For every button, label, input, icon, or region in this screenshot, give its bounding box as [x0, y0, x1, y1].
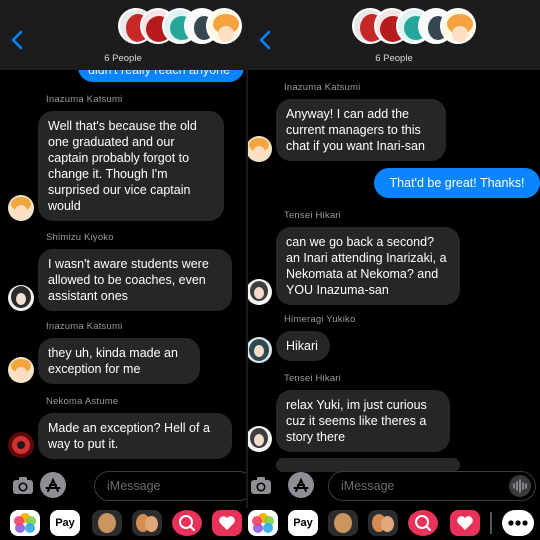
group-avatars[interactable]	[352, 8, 476, 50]
chat-header: 6 People	[0, 0, 246, 70]
audio-waveform-icon[interactable]	[509, 475, 531, 497]
app-drawer-strip: Pay Pay	[0, 508, 540, 540]
chat-header: 6 People	[248, 0, 540, 70]
group-avatar	[206, 8, 242, 44]
ellipsis-icon	[508, 520, 528, 526]
memoji-app-icon[interactable]	[92, 510, 122, 536]
sender-name: Nekoma Astume	[46, 396, 119, 407]
message-input-placeholder: iMessage	[107, 479, 161, 493]
app-store-icon[interactable]	[40, 472, 66, 498]
apple-pay-app-icon[interactable]: Pay	[50, 510, 80, 536]
outgoing-message-bubble[interactable]: That'd be great! Thanks!	[374, 168, 540, 198]
people-count[interactable]: 6 People	[0, 53, 246, 64]
photos-app-icon[interactable]	[248, 510, 278, 536]
message-bubble[interactable]: Well that's because the old one graduate…	[38, 111, 224, 221]
avatar-inazuma[interactable]	[8, 195, 34, 221]
heart-icon	[457, 516, 473, 530]
memoji-app-icon[interactable]	[328, 510, 358, 536]
avatar-inazuma[interactable]	[8, 357, 34, 383]
message-bubble[interactable]: Hikari	[276, 331, 330, 361]
compose-bar: iMessage	[248, 470, 540, 502]
avatar-tensei[interactable]	[248, 279, 272, 305]
sender-name: Tensei Hikari	[284, 373, 341, 384]
app-store-glyph-icon	[293, 477, 309, 492]
sender-name: Tensei Hikari	[284, 210, 341, 221]
photos-petals-icon	[252, 513, 274, 533]
message-bubble[interactable]: they uh, kinda made an exception for me	[38, 338, 200, 384]
memoji-stickers-app-icon[interactable]	[368, 510, 398, 536]
avatar-himeragi[interactable]	[248, 337, 272, 363]
message-input-placeholder: iMessage	[341, 479, 395, 493]
message-bubble[interactable]: relax Yuki, im just curious cuz it seems…	[276, 390, 450, 452]
group-avatar	[440, 8, 476, 44]
camera-icon[interactable]	[248, 472, 274, 498]
more-apps-icon[interactable]	[502, 510, 534, 536]
photos-petals-icon	[14, 513, 36, 533]
sender-name: Inazuma Katsumi	[284, 82, 361, 93]
app-store-icon[interactable]	[288, 472, 314, 498]
digital-touch-app-icon[interactable]	[450, 510, 480, 536]
back-chevron-icon[interactable]	[10, 30, 26, 50]
sender-name: Inazuma Katsumi	[46, 321, 123, 332]
message-bubble[interactable]: Made an exception? Hell of a way to put …	[38, 413, 232, 459]
heart-icon	[219, 516, 235, 530]
avatar-inazuma[interactable]	[248, 136, 272, 162]
image-search-app-icon[interactable]	[408, 510, 438, 536]
message-bubble[interactable]: can we go back a second? an Inari attend…	[276, 227, 460, 305]
camera-icon[interactable]	[10, 472, 36, 498]
sender-name: Himeragi Yukiko	[284, 314, 356, 325]
sender-name: Inazuma Katsumi	[46, 94, 123, 105]
compose-bar: iMessage	[0, 470, 246, 502]
avatar-shimizu[interactable]	[8, 285, 34, 311]
strip-separator	[490, 512, 492, 534]
back-chevron-icon[interactable]	[258, 30, 274, 50]
conversation-panel-left: 6 People didn't really reach anyone Inaz…	[0, 0, 246, 540]
message-bubble[interactable]: I wasn't aware students were allowed to …	[38, 249, 232, 311]
message-input[interactable]: iMessage	[328, 471, 536, 501]
avatar-tensei[interactable]	[248, 426, 272, 452]
magnifier-icon	[415, 515, 432, 532]
magnifier-icon	[179, 515, 196, 532]
message-bubble[interactable]: Anyway! I can add the current managers t…	[276, 99, 446, 161]
conversation-panel-right: 6 People Inazuma Katsumi Anyway! I can a…	[248, 0, 540, 540]
sender-name: Shimizu Kiyoko	[46, 232, 114, 243]
memoji-stickers-app-icon[interactable]	[132, 510, 162, 536]
apple-pay-label: Pay	[55, 517, 75, 529]
apple-pay-label: Pay	[293, 517, 313, 529]
photos-app-icon[interactable]	[10, 510, 40, 536]
app-store-glyph-icon	[45, 477, 61, 492]
group-avatars[interactable]	[118, 8, 242, 50]
image-search-app-icon[interactable]	[172, 510, 202, 536]
waveform-glyph-icon	[513, 479, 527, 493]
avatar-nekoma[interactable]	[8, 432, 34, 458]
apple-pay-app-icon[interactable]: Pay	[288, 510, 318, 536]
digital-touch-app-icon[interactable]	[212, 510, 242, 536]
people-count[interactable]: 6 People	[248, 53, 540, 64]
message-input[interactable]: iMessage	[94, 471, 246, 501]
